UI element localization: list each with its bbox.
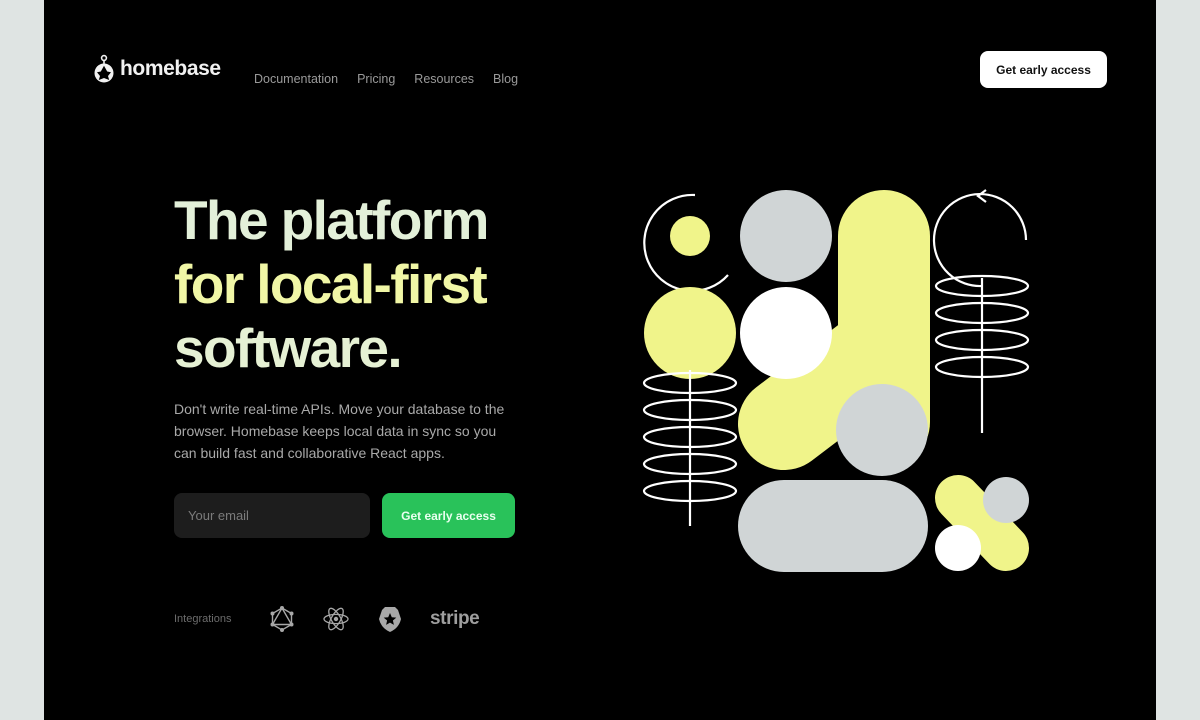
hero-subtitle: Don't write real-time APIs. Move your da… bbox=[174, 401, 505, 461]
right-spring-coil bbox=[932, 189, 1030, 433]
hero-headline-line-3: software. bbox=[174, 317, 403, 379]
yellow-circle-left bbox=[644, 287, 736, 379]
hero-get-early-access-button[interactable]: Get early access bbox=[382, 493, 515, 538]
grey-pill-horizontal bbox=[738, 480, 928, 572]
nav-link-pricing[interactable]: Pricing bbox=[357, 72, 395, 86]
white-circle-middle bbox=[740, 287, 832, 379]
page-frame: homebase Documentation Pricing Resources… bbox=[44, 0, 1156, 720]
small-yellow-dot bbox=[670, 216, 710, 256]
left-spring-coil bbox=[642, 370, 738, 526]
white-dot-cluster bbox=[935, 525, 981, 571]
integrations-label: Integrations bbox=[174, 613, 232, 625]
hero-illustration bbox=[642, 189, 1030, 572]
stripe-logo: stripe bbox=[430, 608, 480, 629]
email-input[interactable] bbox=[174, 493, 370, 538]
auth0-icon bbox=[379, 607, 401, 632]
homebase-logo-icon bbox=[94, 54, 114, 83]
hero-headline-line-2: for local-first bbox=[174, 253, 488, 315]
nav-link-documentation[interactable]: Documentation bbox=[254, 72, 338, 86]
integrations-row: Integrations stripe bbox=[174, 600, 480, 638]
hero-headline: The platform for local-first software. bbox=[174, 188, 489, 380]
brand-logo[interactable]: homebase bbox=[92, 54, 221, 84]
graphql-icon bbox=[270, 606, 294, 632]
grey-dot-cluster bbox=[983, 477, 1029, 523]
grey-circle-right bbox=[836, 384, 928, 476]
nav-link-blog[interactable]: Blog bbox=[493, 72, 518, 86]
grey-circle-top bbox=[740, 190, 832, 282]
brand-name: homebase bbox=[120, 57, 221, 80]
top-nav: Documentation Pricing Resources Blog bbox=[254, 72, 518, 86]
hero-headline-line-1: The platform bbox=[174, 189, 489, 251]
nav-link-resources[interactable]: Resources bbox=[414, 72, 474, 86]
header-get-early-access-button[interactable]: Get early access bbox=[980, 51, 1107, 88]
react-icon bbox=[323, 607, 349, 631]
